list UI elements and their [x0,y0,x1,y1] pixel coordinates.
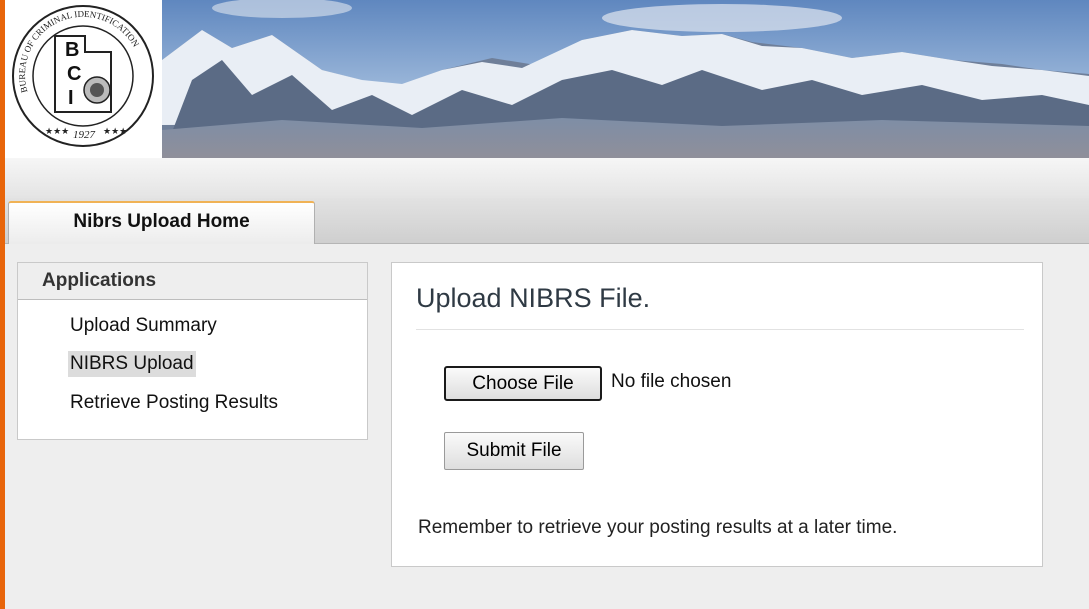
title-divider [416,329,1024,330]
mountain-banner-image [162,0,1089,158]
seal-stars-left: ★★★ [45,126,69,136]
sidebar-item-upload-summary[interactable]: Upload Summary [68,313,219,339]
header-strip [0,158,1089,198]
site-header: BUREAU OF CRIMINAL IDENTIFICATION B C I … [0,0,1089,158]
accent-edge [0,0,5,609]
submit-file-button[interactable]: Submit File [444,432,584,470]
tab-bar: Nibrs Upload Home [0,198,1089,244]
reminder-note: Remember to retrieve your posting result… [418,517,898,538]
choose-file-button[interactable]: Choose File [444,366,602,401]
seal-letter-i: I [68,87,74,109]
sidebar-heading: Applications [18,263,367,300]
sidebar-item-nibrs-upload[interactable]: NIBRS Upload [68,351,196,377]
sidebar-item-retrieve-posting-results[interactable]: Retrieve Posting Results [68,390,280,416]
seal-stars-right: ★★★ [103,126,127,136]
sidebar: Applications Upload Summary NIBRS Upload… [17,262,368,440]
seal-letter-c: C [67,63,81,85]
bci-logo: BUREAU OF CRIMINAL IDENTIFICATION B C I … [5,0,162,158]
bci-seal-icon: BUREAU OF CRIMINAL IDENTIFICATION B C I … [12,5,154,147]
tab-nibrs-upload-home[interactable]: Nibrs Upload Home [8,201,315,244]
file-status-text: No file chosen [611,371,732,392]
seal-year: 1927 [73,129,96,141]
upload-panel: Upload NIBRS File. Choose File No file c… [391,262,1043,567]
seal-letter-b: B [65,39,79,61]
page-title: Upload NIBRS File. [416,283,651,313]
